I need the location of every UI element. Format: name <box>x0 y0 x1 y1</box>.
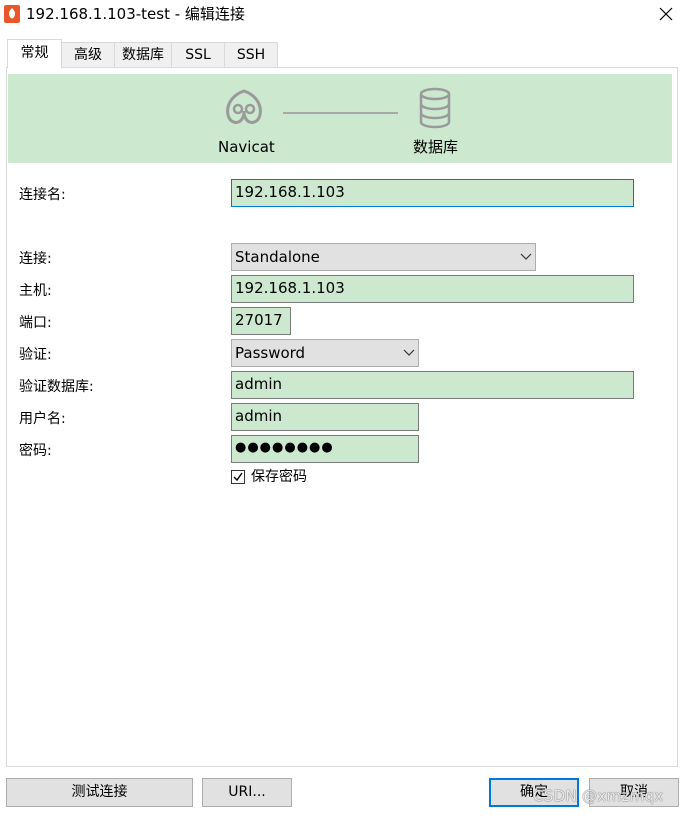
username-label: 用户名: <box>19 411 66 427</box>
title-bar: 192.168.1.103-test - 编辑连接 <box>0 0 689 30</box>
banner-navicat-label: Navicat <box>218 138 275 156</box>
auth-db-input[interactable]: admin <box>231 371 634 399</box>
auth-label: 验证: <box>19 347 52 363</box>
uri-button[interactable]: URI... <box>202 778 292 807</box>
navicat-logo-icon <box>226 89 262 124</box>
banner-connector-line <box>283 112 398 114</box>
tab-ssl[interactable]: SSL <box>171 42 225 67</box>
username-input[interactable]: admin <box>231 403 419 431</box>
watermark-text: CSDN @xmzmqx <box>533 787 664 805</box>
auth-select[interactable]: Password <box>231 339 419 367</box>
close-icon[interactable] <box>655 4 677 24</box>
password-input[interactable]: ●●●●●●●● <box>231 435 419 463</box>
banner-database-label: 数据库 <box>413 138 459 156</box>
test-connection-button[interactable]: 测试连接 <box>6 778 193 807</box>
tab-general[interactable]: 常规 <box>7 39 62 68</box>
tab-ssh[interactable]: SSH <box>224 42 278 67</box>
auth-db-label: 验证数据库: <box>19 379 94 395</box>
database-icon <box>419 87 451 129</box>
port-input[interactable]: 27017 <box>231 307 291 335</box>
connection-type-select[interactable]: Standalone <box>231 243 536 271</box>
tab-advanced[interactable]: 高级 <box>61 42 115 67</box>
checkmark-icon <box>233 472 243 482</box>
connection-name-input[interactable]: 192.168.1.103 <box>231 179 634 207</box>
connection-banner <box>8 74 672 163</box>
host-input[interactable]: 192.168.1.103 <box>231 275 634 303</box>
navicat-app-icon <box>4 5 20 23</box>
save-password-label: 保存密码 <box>251 469 307 485</box>
password-label: 密码: <box>19 443 52 459</box>
chevron-down-icon <box>520 253 532 260</box>
port-label: 端口: <box>19 315 52 331</box>
host-label: 主机: <box>19 283 52 299</box>
connection-type-label: 连接: <box>19 251 52 267</box>
connection-name-label: 连接名: <box>19 187 66 203</box>
save-password-checkbox[interactable] <box>231 470 245 484</box>
window-title: 192.168.1.103-test - 编辑连接 <box>26 5 245 23</box>
tab-database[interactable]: 数据库 <box>114 42 172 67</box>
chevron-down-icon <box>403 349 415 356</box>
